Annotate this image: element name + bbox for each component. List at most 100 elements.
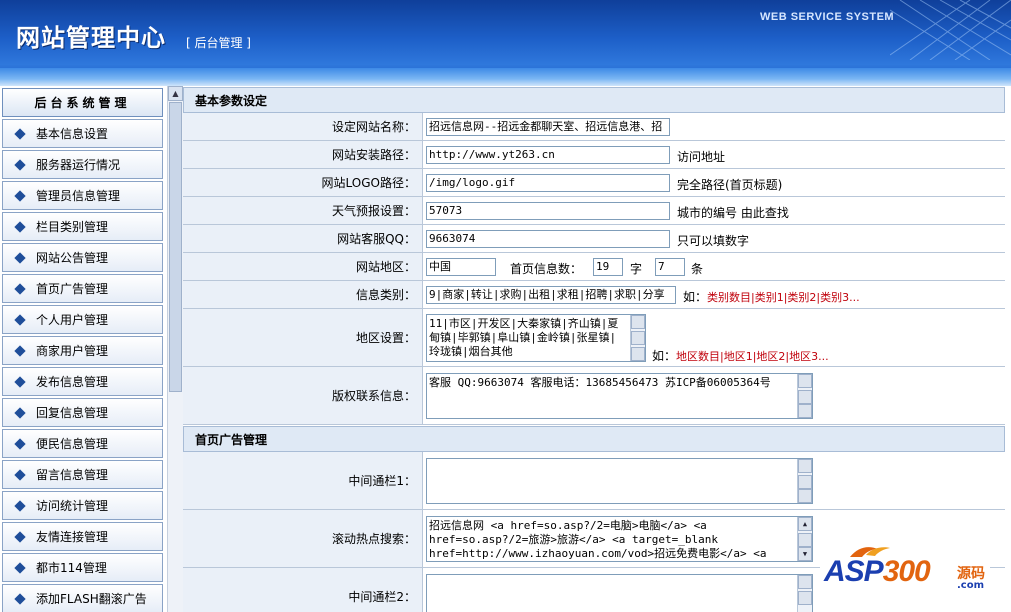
copyright-row: 版权联系信息： 客服 QQ:9663074 客服电话：13685456473 苏… — [183, 367, 1005, 425]
scroll-search-scrollbar[interactable]: ▲ ▼ — [797, 517, 812, 561]
sidebar: 后台系统管理 基本信息设置 服务器运行情况 管理员信息管理 栏目类别管理 网站公… — [0, 86, 167, 612]
middle1-scrollbar[interactable] — [797, 459, 812, 503]
weather-hint[interactable]: 城市的编号 由此查找 — [677, 204, 789, 221]
scroll-down-arrow-icon[interactable] — [798, 404, 812, 418]
diamond-bullet-icon — [14, 468, 26, 481]
middle2-scrollbar[interactable] — [797, 575, 812, 612]
site-path-hint: 访问地址 — [677, 150, 726, 164]
sidebar-item-convenience[interactable]: 便民信息管理 — [2, 429, 163, 458]
copyright-text: 客服 QQ:9663074 客服电话：13685456473 苏ICP备0600… — [429, 376, 771, 389]
logo-row: 网站LOGO路径： /img/logo.gif 完全路径(首页标题) — [183, 169, 1005, 197]
copyright-scrollbar[interactable] — [797, 374, 812, 418]
home-info-chars-input[interactable]: 19 — [593, 258, 623, 276]
middle1-row: 中间通栏1： — [183, 452, 1005, 510]
copyright-label: 版权联系信息： — [183, 367, 423, 424]
sidebar-item-merchant-users[interactable]: 商家用户管理 — [2, 336, 163, 365]
sidebar-scrollbar[interactable]: ▲ — [167, 86, 183, 612]
category-input[interactable]: 9|商家|转让|求购|出租|求租|招聘|求职|分享 — [426, 286, 676, 304]
sidebar-item-links[interactable]: 友情连接管理 — [2, 522, 163, 551]
scroll-thumb[interactable] — [798, 475, 812, 489]
sidebar-item-server-status[interactable]: 服务器运行情况 — [2, 150, 163, 179]
scroll-up-arrow-icon[interactable]: ▲ — [168, 86, 183, 101]
sidebar-item-city114[interactable]: 都市114管理 — [2, 553, 163, 582]
diamond-bullet-icon — [14, 313, 26, 326]
diamond-bullet-icon — [14, 251, 26, 264]
region-input[interactable]: 中国 — [426, 258, 496, 276]
diamond-bullet-icon — [14, 592, 26, 605]
site-admin-title: 网站管理中心 — [16, 24, 166, 52]
sidebar-item-flash-ads[interactable]: 添加FLASH翻滚广告 — [2, 584, 163, 612]
sidebar-item-posts[interactable]: 发布信息管理 — [2, 367, 163, 396]
scroll-up-arrow-icon[interactable] — [631, 315, 645, 329]
watermark-suffix-com: .com — [957, 580, 985, 591]
scroll-down-arrow-icon[interactable] — [798, 489, 812, 503]
sidebar-item-stats[interactable]: 访问统计管理 — [2, 491, 163, 520]
diamond-bullet-icon — [14, 158, 26, 171]
weather-row: 天气预报设置： 57073 城市的编号 由此查找 — [183, 197, 1005, 225]
copyright-textarea[interactable]: 客服 QQ:9663074 客服电话：13685456473 苏ICP备0600… — [426, 373, 813, 419]
sidebar-item-label: 添加FLASH翻滚广告 — [36, 592, 147, 606]
home-info-count-input[interactable]: 7 — [655, 258, 685, 276]
sidebar-item-label: 服务器运行情况 — [36, 158, 121, 172]
sidebar-item-home-ads[interactable]: 首页广告管理 — [2, 274, 163, 303]
diamond-bullet-icon — [14, 437, 26, 450]
area-hint-prefix: 如： — [652, 349, 677, 363]
area-textarea[interactable]: 11|市区|开发区|大秦家镇|齐山镇|夏甸镇|毕郭镇|阜山镇|金岭镇|张星镇|玲… — [426, 314, 646, 362]
category-hint-example: 类别数目|类别1|类别2|类别3... — [707, 291, 860, 304]
area-row: 地区设置： 11|市区|开发区|大秦家镇|齐山镇|夏甸镇|毕郭镇|阜山镇|金岭镇… — [183, 309, 1005, 367]
admin-subtitle: [ 后台管理 ] — [186, 36, 251, 50]
basic-section-header: 基本参数设定 — [183, 87, 1005, 113]
diamond-bullet-icon — [14, 344, 26, 357]
diamond-bullet-icon — [14, 375, 26, 388]
sidebar-item-messages[interactable]: 留言信息管理 — [2, 460, 163, 489]
scroll-up-arrow-icon[interactable] — [798, 374, 812, 388]
category-label: 信息类别： — [183, 281, 423, 308]
qq-label: 网站客服QQ： — [183, 225, 423, 252]
scroll-up-arrow-icon[interactable] — [798, 575, 812, 589]
sidebar-item-replies[interactable]: 回复信息管理 — [2, 398, 163, 427]
sidebar-item-label: 便民信息管理 — [36, 437, 109, 451]
scroll-down-arrow-icon[interactable]: ▼ — [798, 547, 812, 561]
logo-input[interactable]: /img/logo.gif — [426, 174, 670, 192]
qq-input[interactable]: 9663074 — [426, 230, 670, 248]
watermark-brand: ASP300 — [824, 555, 931, 588]
ads-section-header: 首页广告管理 — [183, 426, 1005, 452]
sidebar-item-label: 发布信息管理 — [36, 375, 109, 389]
scroll-search-textarea[interactable]: 招远信息网 <a href=so.asp?/2=电脑>电脑</a> <a hre… — [426, 516, 813, 562]
area-hint-example: 地区数目|地区1|地区2|地区3... — [676, 350, 829, 363]
sidebar-item-personal-users[interactable]: 个人用户管理 — [2, 305, 163, 334]
site-path-input[interactable]: http://www.yt263.cn — [426, 146, 670, 164]
scroll-thumb[interactable] — [798, 533, 812, 547]
site-path-row: 网站安装路径： http://www.yt263.cn 访问地址 — [183, 141, 1005, 169]
middle1-textarea[interactable] — [426, 458, 813, 504]
scroll-up-arrow-icon[interactable]: ▲ — [798, 517, 812, 531]
count-unit: 条 — [691, 262, 704, 276]
char-unit: 字 — [630, 262, 643, 276]
sidebar-item-label: 栏目类别管理 — [36, 220, 109, 234]
asp300-watermark-logo: ASP300 源码 .com — [820, 541, 990, 595]
diamond-bullet-icon — [14, 282, 26, 295]
logo-hint: 完全路径(首页标题) — [677, 178, 783, 192]
sidebar-item-admin-info[interactable]: 管理员信息管理 — [2, 181, 163, 210]
qq-hint: 只可以填数字 — [677, 234, 750, 248]
scroll-thumb[interactable] — [169, 102, 182, 392]
scroll-thumb[interactable] — [798, 591, 812, 605]
grid-decoration — [890, 0, 1011, 60]
diamond-bullet-icon — [14, 499, 26, 512]
sidebar-item-categories[interactable]: 栏目类别管理 — [2, 212, 163, 241]
middle1-label: 中间通栏1： — [183, 452, 423, 509]
sidebar-item-announcements[interactable]: 网站公告管理 — [2, 243, 163, 272]
site-name-input[interactable]: 招远信息网--招远金都聊天室、招远信息港、招 — [426, 118, 670, 136]
scroll-thumb[interactable] — [631, 331, 645, 345]
scroll-search-text: 招远信息网 <a href=so.asp?/2=电脑>电脑</a> <a hre… — [429, 519, 767, 560]
scroll-thumb[interactable] — [798, 390, 812, 404]
area-label: 地区设置： — [183, 309, 423, 366]
sidebar-item-basic-info[interactable]: 基本信息设置 — [2, 119, 163, 148]
sidebar-item-label: 都市114管理 — [36, 561, 107, 575]
scroll-down-arrow-icon[interactable] — [631, 347, 645, 361]
sidebar-item-label: 个人用户管理 — [36, 313, 109, 327]
weather-input[interactable]: 57073 — [426, 202, 670, 220]
area-scrollbar[interactable] — [630, 315, 645, 361]
scroll-up-arrow-icon[interactable] — [798, 459, 812, 473]
middle2-textarea[interactable] — [426, 574, 813, 612]
